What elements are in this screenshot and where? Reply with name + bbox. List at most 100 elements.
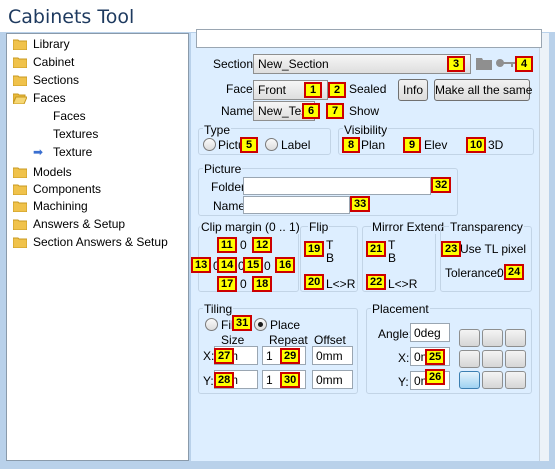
- info-button[interactable]: Info: [398, 79, 428, 101]
- plan-label: Plan: [361, 138, 386, 152]
- anchor-middle-left[interactable]: [459, 350, 480, 368]
- use-tl-pixel-label: Use TL pixel: [460, 242, 527, 256]
- tree-item-label: Cabinet: [33, 55, 75, 69]
- tree-item-label: Section Answers & Setup: [33, 235, 168, 249]
- badge-7: 7: [326, 103, 344, 119]
- show-label: Show: [349, 104, 380, 118]
- anchor-center[interactable]: [482, 350, 503, 368]
- place-radio[interactable]: [254, 318, 267, 331]
- badge-14: 14: [217, 257, 238, 273]
- badge-9: 9: [403, 137, 421, 153]
- badge-33: 33: [350, 196, 371, 212]
- flip-b-label: B: [326, 251, 335, 265]
- title-bar: Cabinets Tool: [0, 0, 555, 32]
- tiling-y-offset[interactable]: 0mm: [312, 370, 353, 389]
- badge-24: 24: [504, 264, 525, 280]
- badge-8: 8: [342, 137, 360, 153]
- badge-15: 15: [243, 257, 264, 273]
- badge-2: 2: [328, 82, 346, 98]
- tree-item-label: Models: [33, 165, 72, 179]
- tree-item-label: Faces: [33, 91, 66, 105]
- face-label: Face:: [226, 82, 257, 96]
- anchor-top-left[interactable]: [459, 329, 480, 347]
- window-title: Cabinets Tool: [8, 6, 135, 28]
- mirror-lr-label: L<>R: [388, 277, 418, 291]
- folder-icon: [13, 39, 27, 50]
- anchor-middle-right[interactable]: [505, 350, 526, 368]
- offset-header: Offset: [314, 333, 346, 347]
- placement-title: Placement: [371, 302, 430, 316]
- tree-item-label: Sections: [33, 73, 80, 87]
- top-input[interactable]: [196, 29, 542, 48]
- folder-input[interactable]: [243, 177, 431, 195]
- fill-radio[interactable]: [205, 318, 218, 331]
- badge-17: 17: [217, 276, 238, 292]
- size-header: Size: [221, 333, 245, 347]
- badge-27: 27: [214, 348, 235, 364]
- angle-input[interactable]: 0deg: [410, 323, 450, 342]
- flip-t-label: T: [326, 238, 334, 252]
- placement-x-label: X:: [398, 351, 410, 365]
- tiling-x-offset[interactable]: 0mm: [312, 346, 353, 365]
- mirror-b-label: B: [388, 251, 397, 265]
- folder-icon: [13, 75, 27, 86]
- folder-icon[interactable]: [476, 56, 492, 70]
- folder-icon: [13, 219, 27, 230]
- vertical-scrollbar[interactable]: [539, 33, 549, 461]
- tree-item-label: Library: [33, 37, 70, 51]
- tree-item-label: Textures: [53, 127, 99, 141]
- arrow-right-icon: ➡: [33, 145, 44, 159]
- transparency-group: [440, 226, 532, 292]
- flip-title: Flip: [308, 220, 330, 234]
- badge-18: 18: [252, 276, 273, 292]
- clip-top-value[interactable]: 0: [240, 238, 247, 252]
- section-dropdown[interactable]: New_Section: [253, 54, 471, 74]
- clip-margin-title: Clip margin (0 .. 1): [200, 220, 301, 234]
- anchor-bottom-center[interactable]: [482, 371, 503, 389]
- anchor-top-center[interactable]: [482, 329, 503, 347]
- clip-right-value[interactable]: 0: [264, 259, 271, 273]
- folder-icon: [13, 201, 27, 212]
- badge-29: 29: [280, 348, 301, 364]
- badge-21: 21: [366, 241, 387, 257]
- folder-icon: [13, 184, 27, 195]
- place-label: Place: [270, 318, 301, 332]
- label-radio[interactable]: [265, 138, 278, 151]
- folder-icon: [13, 57, 27, 68]
- anchor-bottom-right[interactable]: [505, 371, 526, 389]
- badge-10: 10: [466, 137, 487, 153]
- picture-name-input[interactable]: [243, 196, 350, 214]
- tree-item-label: Texture: [53, 145, 93, 159]
- badge-25: 25: [425, 349, 446, 365]
- elev-label: Elev: [424, 138, 448, 152]
- badge-32: 32: [431, 177, 452, 193]
- badge-12: 12: [252, 237, 273, 253]
- type-title: Type: [203, 123, 232, 137]
- badge-11: 11: [217, 237, 237, 253]
- badge-23: 23: [441, 241, 462, 257]
- mirror-extend-title: Mirror Extend: [371, 220, 446, 234]
- visibility-title: Visibility: [343, 123, 389, 137]
- badge-5: 5: [240, 137, 258, 153]
- badge-6: 6: [302, 103, 320, 119]
- tree-item-label: Components: [33, 182, 102, 196]
- placement-y-label: Y:: [398, 375, 409, 389]
- tree-item-label: Answers & Setup: [33, 217, 126, 231]
- name-label: Name:: [221, 104, 257, 118]
- folder-icon: [13, 237, 27, 248]
- badge-28: 28: [214, 372, 235, 388]
- tiling-title: Tiling: [203, 302, 234, 316]
- make-all-same-button[interactable]: Make all the same: [434, 79, 532, 101]
- open-folder-icon: [13, 93, 27, 104]
- picture-radio[interactable]: [203, 138, 216, 151]
- navigation-tree[interactable]: Library Cabinet Sections Faces Faces Tex…: [6, 33, 189, 461]
- tiling-x-label: X:: [203, 349, 215, 363]
- angle-label: Angle:: [378, 327, 413, 341]
- tolerance-value[interactable]: 0: [497, 266, 504, 280]
- anchor-top-right[interactable]: [505, 329, 526, 347]
- anchor-bottom-left[interactable]: [459, 371, 480, 389]
- badge-31: 31: [232, 315, 253, 331]
- badge-13: 13: [191, 257, 212, 273]
- section-label: Section:: [213, 57, 257, 71]
- clip-bottom-value[interactable]: 0: [240, 277, 247, 291]
